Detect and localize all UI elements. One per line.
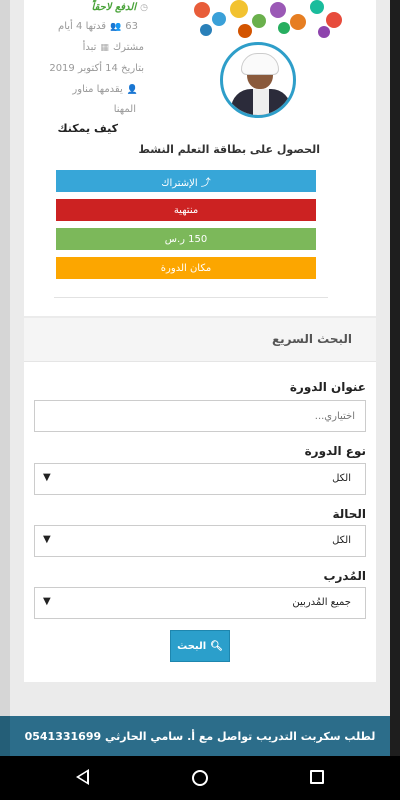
calendar-icon: ▦ [100,42,109,53]
footer-left-strip [0,716,10,756]
presenter-row: 👤 يقدمها مناور [72,84,138,95]
chevron-down-icon: ▼ [43,472,51,483]
duration-count: 63 [125,21,138,32]
course-type-label: نوع الدورة [304,444,366,458]
payment-later-label: الدفع لاحقاً [91,2,137,13]
quick-search-panel: البحث السريع عنوان الدورة نوع الدورة الك… [24,318,376,682]
participants-text: مشترك [112,42,144,53]
presenter-avatar[interactable] [220,42,296,118]
course-date: بتاريخ 14 أكتوبر 2019 [49,63,144,74]
home-icon[interactable] [192,770,208,786]
start-row: مشترك ▦ تبدأ [83,42,144,53]
chevron-down-icon: ▼ [43,534,51,545]
users-icon: 👥 [110,21,122,32]
course-type-select[interactable]: الكل ▼ [34,463,366,495]
trainer-select[interactable]: جميع المُدربين ▼ [34,587,366,619]
how-heading: كيف يمكنك [57,122,118,135]
card-divider [54,297,328,298]
quick-search-title: البحث السريع [271,332,352,346]
status-label: الحالة [332,507,366,521]
search-button-label: البحث [177,640,207,652]
page-left-strip [0,0,10,716]
contact-footer-text: لطلب سكربت التدريب تواصل مع أ. سامي الحا… [24,729,376,743]
search-icon: 🔍︎ [210,640,223,652]
date-row: بتاريخ 14 أكتوبر 2019 [49,63,144,74]
course-title-input[interactable] [34,400,366,432]
android-nav-bar [0,756,400,800]
trainer-value: جميع المُدربين [292,597,351,608]
clock-icon: ◷ [140,2,148,13]
quick-search-header: البحث السريع [24,318,376,362]
status-ended-button[interactable]: منتهية [56,199,316,221]
starts-text: تبدأ [82,42,97,53]
search-button[interactable]: 🔍︎ البحث [170,630,230,662]
presenter-name: يقدمها مناور [72,84,123,95]
payment-later-row: ◷ الدفع لاحقاً [91,2,148,13]
course-type-value: الكل [332,473,351,484]
subscribe-button[interactable]: ⤴ الإشتراك [56,170,316,192]
chevron-down-icon: ▼ [43,596,51,607]
status-select[interactable]: الكل ▼ [34,525,366,557]
course-card: ◷ الدفع لاحقاً 63 👥 قدتها 4 أيام مشترك ▦… [24,0,376,316]
presenter-extra-row: المهنا [114,104,136,115]
course-location-button[interactable]: مكان الدورة [56,257,316,279]
user-icon: 👤 [126,84,138,95]
recent-apps-icon[interactable] [310,770,324,784]
course-banner-image [190,0,346,42]
contact-footer-banner[interactable]: لطلب سكربت التدريب تواصل مع أ. سامي الحا… [10,716,390,756]
certificate-text: الحصول على بطاقة التعلم النشط [138,143,321,156]
duration-row: 63 👥 قدتها 4 أيام [58,21,138,32]
duration-text: قدتها 4 أيام [58,21,107,32]
trainer-label: المُدرب [323,569,366,583]
back-icon[interactable] [76,769,89,785]
status-value: الكل [332,535,351,546]
presenter-surname: المهنا [113,104,136,115]
course-title-label: عنوان الدورة [289,380,366,394]
price-button[interactable]: 150 ر.س [56,228,316,250]
